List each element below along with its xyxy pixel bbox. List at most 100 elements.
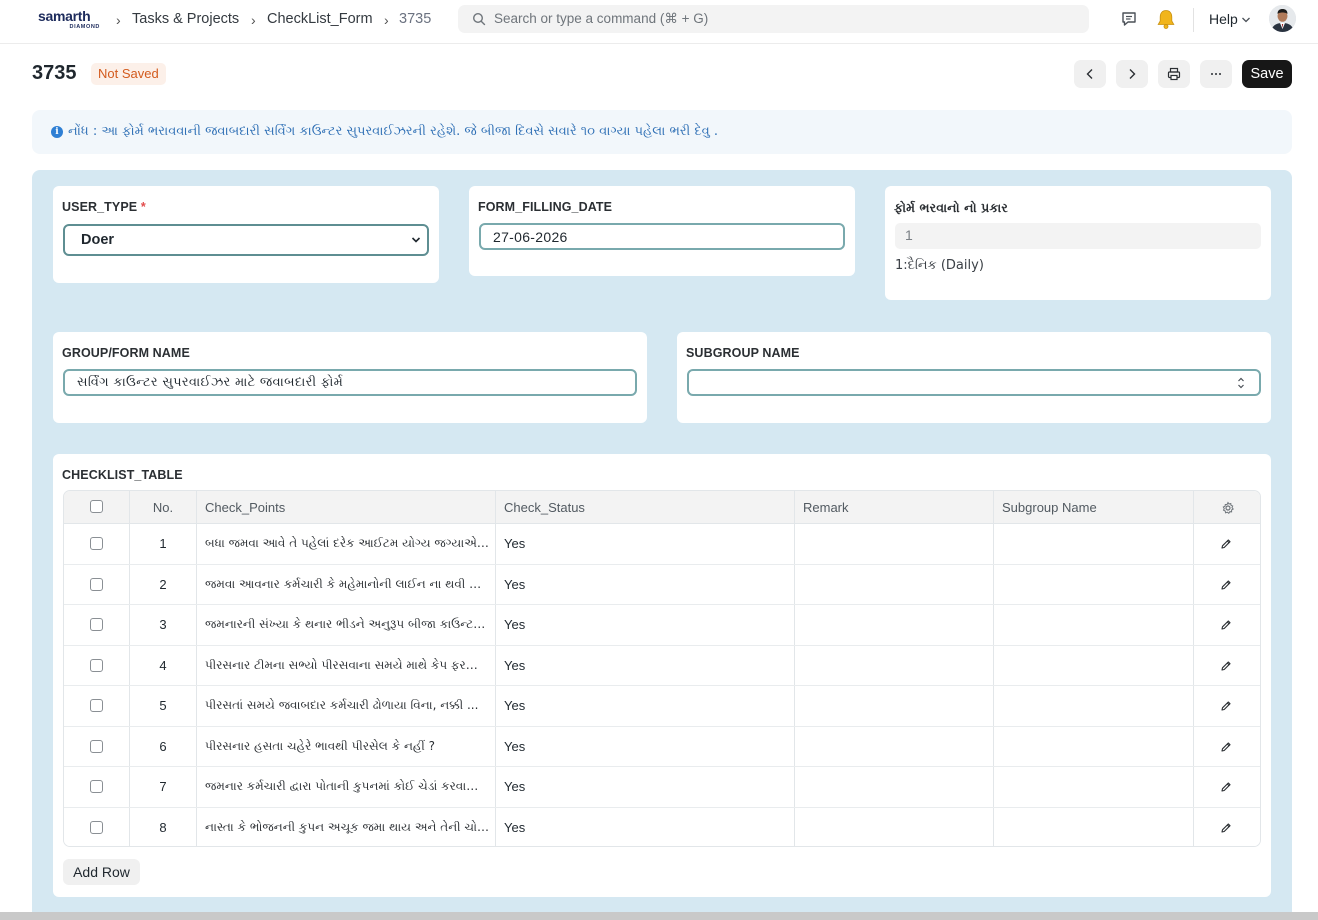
table-row[interactable]: 3 જમનારની સંખ્યા કે થનાર ભીડને અનુરૂપ બીજ… [64, 605, 1260, 646]
row-subgroup-cell[interactable] [994, 767, 1194, 807]
table-row[interactable]: 4 પીરસનાર ટીમના સભ્યો પીરસવાના સમયે માથે … [64, 645, 1260, 686]
edit-icon[interactable] [1220, 619, 1232, 631]
form-filling-date-label: FORM_FILLING_DATE [478, 200, 613, 214]
row-no-cell: 1 [130, 524, 197, 564]
row-check-status-cell[interactable]: Yes [496, 686, 795, 726]
row-remark-cell[interactable] [795, 767, 994, 807]
edit-icon[interactable] [1220, 660, 1232, 672]
row-check-status-cell[interactable]: Yes [496, 605, 795, 645]
header-no-text: No. [152, 500, 174, 515]
edit-icon[interactable] [1220, 781, 1232, 793]
row-checkbox[interactable] [90, 537, 103, 550]
row-checkbox[interactable] [90, 618, 103, 631]
row-remark-cell[interactable] [795, 564, 994, 604]
table-row[interactable]: 7 જમનાર કર્મચારી દ્વારા પોતાની કુપનમાં કો… [64, 767, 1260, 808]
logo-word: samarth [38, 8, 91, 24]
row-checkbox[interactable] [90, 780, 103, 793]
gear-icon[interactable] [1221, 501, 1235, 515]
row-remark-cell[interactable] [795, 726, 994, 766]
row-select-cell [64, 726, 130, 766]
row-number: 1 [159, 536, 167, 551]
row-select-cell [64, 564, 130, 604]
row-check-point: બધા જમવા આવે તે પહેલાં દરેક આઈટમ યોગ્ય જ… [205, 536, 489, 550]
row-check-status-cell[interactable]: Yes [496, 645, 795, 685]
row-remark-cell[interactable] [795, 605, 994, 645]
user-type-label: USER_TYPE * [62, 200, 146, 214]
row-number: 7 [159, 779, 167, 794]
more-options-button[interactable] [1200, 60, 1232, 88]
chat-icon[interactable] [1120, 10, 1138, 28]
avatar[interactable] [1269, 5, 1296, 32]
subgroup-name-select[interactable] [687, 369, 1261, 396]
row-check-point: જમનાર કર્મચારી દ્વારા પોતાની કુપનમાં કોઈ… [205, 779, 489, 793]
table-row[interactable]: 8 નાસ્તા કે ભોજનની કુપન અચૂક જમા થાય અને … [64, 807, 1260, 847]
search-icon [472, 12, 486, 26]
row-remark-cell[interactable] [795, 524, 994, 564]
add-row-button[interactable]: Add Row [63, 859, 140, 885]
save-button[interactable]: Save [1242, 60, 1292, 88]
edit-icon[interactable] [1220, 538, 1232, 550]
user-type-label-text: USER_TYPE [62, 200, 138, 214]
row-check-status-cell[interactable]: Yes [496, 564, 795, 604]
navbar: samarth DIAMOND › Tasks & Projects › Che… [0, 0, 1318, 44]
row-checkbox[interactable] [90, 739, 103, 753]
row-check-point-cell[interactable]: જમનારની સંખ્યા કે થનાર ભીડને અનુરૂપ બીજા… [197, 605, 496, 645]
select-all-checkbox[interactable] [90, 500, 103, 513]
next-button[interactable] [1116, 60, 1148, 88]
row-select-cell [64, 524, 130, 564]
row-subgroup-cell[interactable] [994, 686, 1194, 726]
row-check-point-cell[interactable]: નાસ્તા કે ભોજનની કુપન અચૂક જમા થાય અને ત… [197, 807, 496, 846]
row-check-point-cell[interactable]: બધા જમવા આવે તે પહેલાં દરેક આઈટમ યોગ્ય જ… [197, 524, 496, 564]
user-type-select[interactable]: Doer [63, 224, 429, 256]
row-remark-cell[interactable] [795, 645, 994, 685]
row-subgroup-cell[interactable] [994, 807, 1194, 846]
header-check-status-text: Check_Status [504, 500, 585, 515]
table-row[interactable]: 2 જમવા આવનાર કર્મચારી કે મહેમાનોની લાઈન ન… [64, 564, 1260, 605]
row-checkbox[interactable] [90, 577, 103, 591]
edit-icon[interactable] [1220, 822, 1232, 834]
info-note-text: નોંધ : આ ફોર્મ ભરાવવાની જવાબદારી સર્વિંગ… [68, 124, 719, 139]
row-check-point-cell[interactable]: જમનાર કર્મચારી દ્વારા પોતાની કુપનમાં કોઈ… [197, 767, 496, 807]
edit-icon[interactable] [1220, 700, 1232, 712]
table-row[interactable]: 6 પીરસનાર હસતા ચહેરે ભાવથી પીરસેલ કે નહીં… [64, 726, 1260, 767]
bell-icon[interactable] [1155, 8, 1177, 30]
edit-icon[interactable] [1220, 741, 1232, 753]
form-filling-date-input[interactable]: 27-06-2026 [479, 223, 845, 250]
row-edit-cell [1194, 808, 1260, 847]
search-input[interactable]: Search or type a command (⌘ + G) [494, 11, 708, 27]
row-check-point-cell[interactable]: પીરસનાર હસતા ચહેરે ભાવથી પીરસેલ કે નહીં … [197, 726, 496, 766]
row-check-status: Yes [504, 819, 526, 835]
row-subgroup-cell[interactable] [994, 645, 1194, 685]
breadcrumb-tasks-projects[interactable]: Tasks & Projects [132, 11, 239, 27]
row-checkbox[interactable] [90, 699, 103, 712]
header-remark-text: Remark [803, 500, 849, 515]
row-remark-cell[interactable] [795, 686, 994, 726]
horizontal-scrollbar[interactable] [0, 912, 1318, 920]
row-subgroup-cell[interactable] [994, 605, 1194, 645]
group-form-name-input[interactable]: સર્વિંગ કાઉન્ટર સુપરવાઈઝર માટે જવાબદારી … [63, 369, 637, 396]
previous-button[interactable] [1074, 60, 1106, 88]
search-bar[interactable]: Search or type a command (⌘ + G) [458, 5, 1089, 33]
row-check-status-cell[interactable]: Yes [496, 807, 795, 846]
row-check-point-cell[interactable]: પીરસનાર ટીમના સભ્યો પીરસવાના સમયે માથે ક… [197, 645, 496, 685]
row-checkbox[interactable] [90, 658, 103, 672]
print-button[interactable] [1158, 60, 1190, 88]
row-subgroup-cell[interactable] [994, 564, 1194, 604]
table-row[interactable]: 1 બધા જમવા આવે તે પહેલાં દરેક આઈટમ યોગ્ય … [64, 524, 1260, 565]
row-checkbox[interactable] [90, 820, 103, 834]
row-check-point-cell[interactable]: પીરસતાં સમયે જવાબદાર કર્મચારી ઢોળાયા વિન… [197, 686, 496, 726]
row-subgroup-cell[interactable] [994, 524, 1194, 564]
app-logo[interactable]: samarth DIAMOND [38, 8, 102, 34]
row-check-status-cell[interactable]: Yes [496, 767, 795, 807]
help-menu[interactable]: Help [1209, 11, 1238, 27]
breadcrumb-checklist-form[interactable]: CheckList_Form [267, 11, 373, 27]
row-check-status-cell[interactable]: Yes [496, 726, 795, 766]
row-check-status-cell[interactable]: Yes [496, 524, 795, 564]
chevron-down-icon[interactable] [1241, 16, 1251, 24]
row-remark-cell[interactable] [795, 807, 994, 846]
row-subgroup-cell[interactable] [994, 726, 1194, 766]
row-check-point-cell[interactable]: જમવા આવનાર કર્મચારી કે મહેમાનોની લાઈન ના… [197, 564, 496, 604]
edit-icon[interactable] [1220, 579, 1232, 591]
row-check-point: પીરસનાર ટીમના સભ્યો પીરસવાના સમયે માથે ક… [205, 657, 489, 672]
table-row[interactable]: 5 પીરસતાં સમયે જવાબદાર કર્મચારી ઢોળાયા વિ… [64, 686, 1260, 727]
